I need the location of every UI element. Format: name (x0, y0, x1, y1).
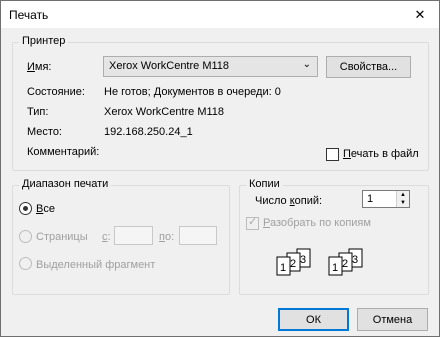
collate-label[interactable]: Разобрать по копиям (263, 217, 371, 229)
status-value: Не готов; Документов в очереди: 0 (104, 86, 281, 98)
type-value: Xerox WorkCentre M118 (104, 106, 225, 118)
spin-up-icon[interactable]: ▲ (397, 191, 409, 199)
collate-digit: 3 (352, 254, 358, 266)
chevron-down-icon: ⌄ (302, 59, 311, 70)
collate-digit: 2 (290, 258, 296, 270)
range-pages-radio[interactable] (19, 230, 32, 243)
copies-count-spinner[interactable]: 1 ▲ ▼ (362, 190, 410, 208)
collate-checkbox[interactable]: ✓ (246, 216, 259, 230)
type-label: Тип: (27, 106, 49, 118)
range-all-label[interactable]: Все (36, 203, 55, 215)
close-button[interactable]: ✕ (401, 1, 439, 28)
copies-count-value: 1 (367, 193, 374, 205)
range-from-input[interactable] (114, 226, 153, 245)
window-title: Печать (9, 8, 49, 22)
spin-down-icon[interactable]: ▼ (397, 199, 409, 207)
range-selection-label[interactable]: Выделенный фрагмент (36, 259, 155, 271)
collate-digit: 2 (342, 258, 348, 270)
printer-name-value: Xerox WorkCentre M118 (109, 60, 230, 72)
printer-group-label: Принтер (19, 35, 69, 47)
range-from-label: с: (102, 231, 111, 243)
range-to-label: по: (159, 231, 175, 243)
collate-illustration-icon: 1 2 3 1 2 3 (276, 248, 363, 276)
printer-name-select[interactable]: Xerox WorkCentre M118 ⌄ (103, 56, 318, 77)
checkmark-icon: ✓ (248, 216, 258, 228)
ok-button[interactable]: ОК (278, 308, 349, 331)
print-range-group-label: Диапазон печати (19, 178, 112, 190)
collate-digit: 1 (280, 262, 286, 274)
print-dialog: Печать ✕ Принтер Имя: Xerox WorkCentre M… (0, 0, 440, 337)
range-to-input[interactable] (179, 226, 217, 245)
range-all-radio[interactable] (19, 202, 32, 215)
print-to-file-label[interactable]: Печать в файл (343, 148, 419, 160)
location-value: 192.168.250.24_1 (104, 126, 193, 138)
printer-name-label: Имя: (27, 61, 52, 73)
print-to-file-checkbox[interactable] (326, 148, 339, 161)
range-pages-label[interactable]: Страницы (36, 231, 88, 243)
copies-group-label: Копии (246, 178, 283, 190)
location-label: Место: (27, 126, 62, 138)
properties-button[interactable]: Свойства... (326, 56, 411, 78)
status-label: Состояние: (27, 86, 85, 98)
copies-count-label: Число копий: (255, 195, 323, 207)
close-icon: ✕ (414, 6, 426, 22)
collate-digit: 3 (300, 254, 306, 266)
title-bar: Печать ✕ (1, 1, 439, 28)
comment-label: Комментарий: (27, 146, 100, 158)
cancel-button[interactable]: Отмена (357, 308, 428, 331)
range-selection-radio[interactable] (19, 257, 32, 270)
collate-digit: 1 (332, 262, 338, 274)
